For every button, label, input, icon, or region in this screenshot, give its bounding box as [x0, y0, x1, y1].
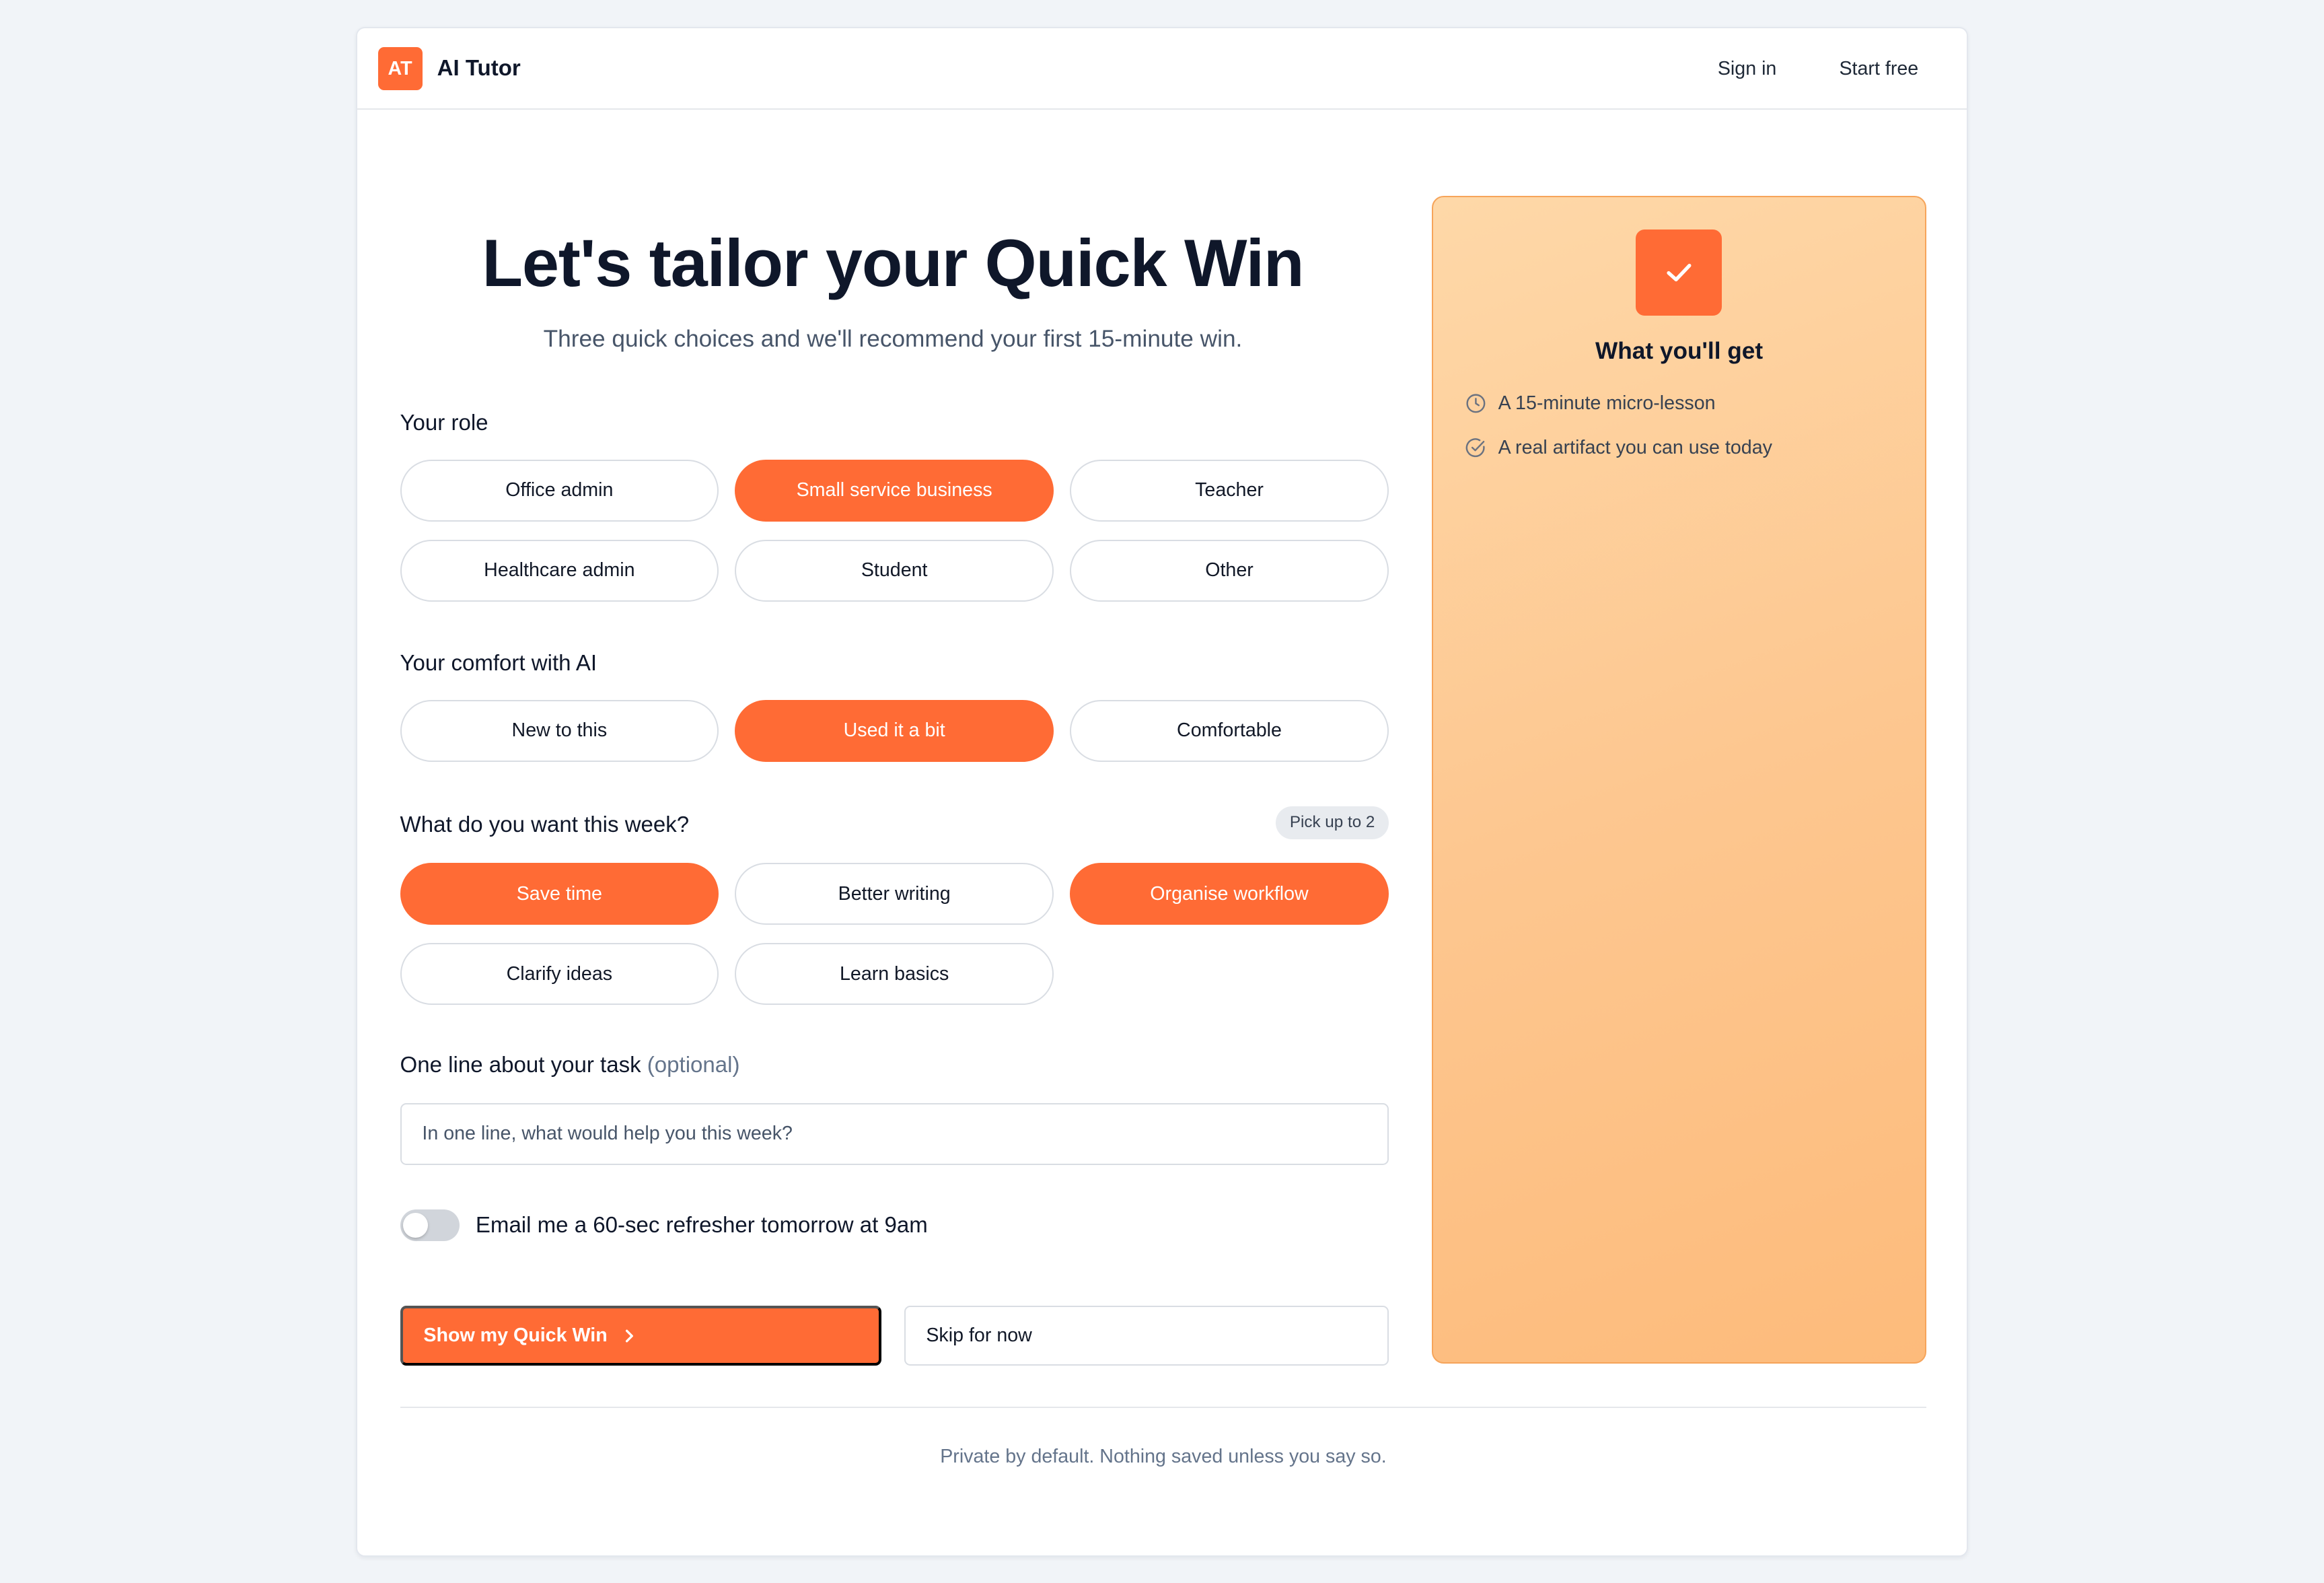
role-option-office-admin[interactable]: Office admin	[400, 459, 719, 522]
reminder-label: Email me a 60-sec refresher tomorrow at …	[475, 1212, 928, 1238]
benefit-item: A real artifact you can use today	[1465, 437, 1772, 459]
pick-limit-badge: Pick up to 2	[1276, 806, 1389, 839]
role-option-small-service-business[interactable]: Small service business	[735, 459, 1054, 522]
privacy-note: Private by default. Nothing saved unless…	[940, 1445, 1387, 1467]
show-quick-win-button[interactable]: Show my Quick Win	[400, 1306, 882, 1366]
brand-name[interactable]: AI Tutor	[437, 56, 521, 81]
benefit-text: A real artifact you can use today	[1498, 437, 1772, 459]
page-title: Let's tailor your Quick Win	[482, 225, 1304, 301]
start-free-link[interactable]: Start free	[1839, 58, 1918, 80]
toggle-knob	[402, 1212, 429, 1238]
benefit-text: A 15-minute micro-lesson	[1498, 392, 1716, 415]
comfort-option-new[interactable]: New to this	[400, 699, 719, 763]
goal-option-organise-workflow[interactable]: Organise workflow	[1070, 862, 1389, 925]
goals-label: What do you want this week?	[400, 812, 690, 837]
optional-hint: (optional)	[647, 1052, 740, 1078]
benefit-item: A 15-minute micro-lesson	[1465, 392, 1716, 415]
task-label: One line about your task (optional)	[400, 1053, 740, 1078]
goal-option-better-writing[interactable]: Better writing	[735, 862, 1054, 925]
chevron-right-icon	[625, 1329, 633, 1342]
role-label: Your role	[400, 410, 488, 435]
logo[interactable]: AT	[377, 47, 423, 91]
benefits-title: What you'll get	[1595, 337, 1764, 364]
goal-option-save-time[interactable]: Save time	[400, 862, 719, 925]
show-quick-win-label: Show my Quick Win	[423, 1325, 608, 1346]
role-option-healthcare-admin[interactable]: Healthcare admin	[400, 539, 719, 602]
reminder-toggle[interactable]	[400, 1209, 460, 1241]
role-option-other[interactable]: Other	[1070, 539, 1389, 602]
task-label-text: One line about your task	[400, 1052, 641, 1078]
role-option-teacher[interactable]: Teacher	[1070, 459, 1389, 522]
comfort-option-used-a-bit[interactable]: Used it a bit	[735, 699, 1054, 763]
skip-button[interactable]: Skip for now	[904, 1306, 1389, 1366]
top-bar: AT AI Tutor Sign in Start free	[357, 28, 1967, 110]
onboarding-card: AT AI Tutor Sign in Start free Let's tai…	[355, 26, 1969, 1557]
benefits-panel: What you'll get A 15-minute micro-lesson…	[1431, 195, 1927, 1364]
clock-icon	[1466, 394, 1486, 413]
comfort-option-comfortable[interactable]: Comfortable	[1070, 699, 1389, 763]
sign-in-link[interactable]: Sign in	[1718, 58, 1777, 80]
comfort-label: Your comfort with AI	[400, 650, 597, 676]
checkmark-icon	[1636, 230, 1722, 316]
footer-divider	[400, 1407, 1927, 1409]
goal-option-clarify-ideas[interactable]: Clarify ideas	[400, 942, 719, 1006]
page-subtitle: Three quick choices and we'll recommend …	[543, 326, 1243, 353]
goal-option-learn-basics[interactable]: Learn basics	[735, 942, 1054, 1006]
check-circle-icon	[1465, 438, 1485, 458]
task-input[interactable]	[400, 1102, 1389, 1166]
role-option-student[interactable]: Student	[735, 539, 1054, 602]
